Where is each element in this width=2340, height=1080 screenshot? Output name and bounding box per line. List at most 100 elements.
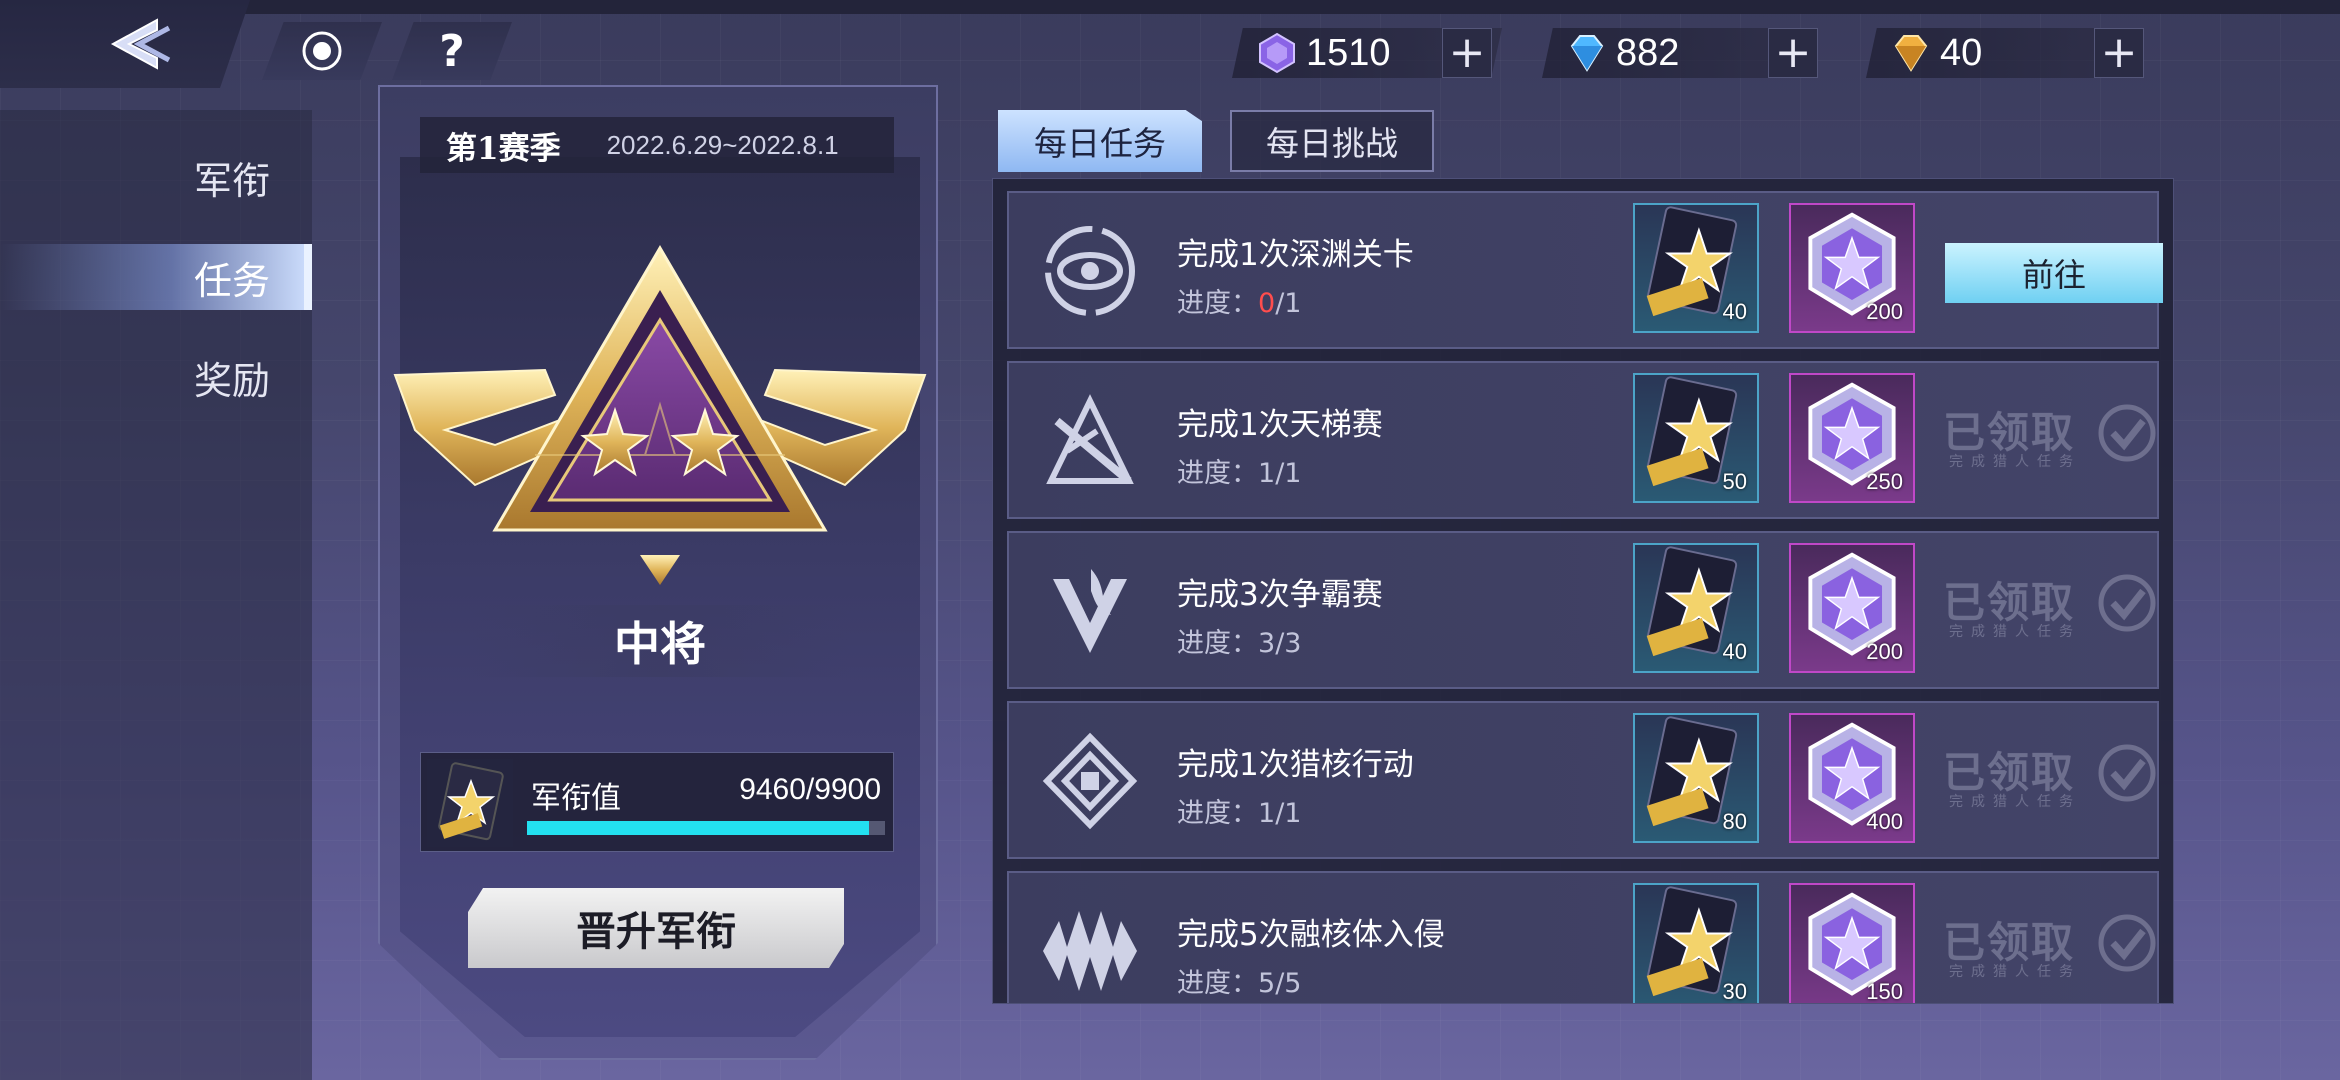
gold-diamond-add-button[interactable]: + xyxy=(2094,28,2144,78)
blue-diamond-icon xyxy=(1570,35,1604,72)
check-circle-icon xyxy=(2098,744,2156,802)
reward-rank-card-icon[interactable]: 80 xyxy=(1633,713,1759,843)
reward-purple-crystal-icon[interactable]: 200 xyxy=(1789,543,1915,673)
task-row: 完成1次猎核行动 进度：1/1 80 400 已领取 完成猎人任务 xyxy=(1007,701,2159,859)
blue-diamond-value: 882 xyxy=(1616,31,1680,74)
claimed-stamp: 已领取 完成猎人任务 xyxy=(1943,399,2157,485)
reward-card-count: 40 xyxy=(1722,639,1747,664)
task-progress-total: /1 xyxy=(1275,458,1302,489)
reward-purple-crystal-icon[interactable]: 150 xyxy=(1789,883,1915,1004)
check-circle-icon xyxy=(2098,404,2156,462)
reward-card-count: 30 xyxy=(1722,979,1747,1004)
reward-gem-count: 200 xyxy=(1866,639,1903,664)
purple-crystal-add-button[interactable]: + xyxy=(1442,28,1492,78)
purple-crystal-icon xyxy=(1259,32,1295,74)
task-progress-current: 5 xyxy=(1258,968,1276,999)
sidebar-item-tasks[interactable]: 任务 xyxy=(0,244,312,310)
top-strip xyxy=(0,0,2340,14)
task-name: 完成3次争霸赛 xyxy=(1177,577,1383,613)
record-button[interactable] xyxy=(262,22,382,80)
reward-gem-count: 150 xyxy=(1866,979,1903,1004)
task-progress-current: 1 xyxy=(1258,798,1276,829)
season-date-range: 2022.6.29~2022.8.1 xyxy=(606,129,839,160)
invasion-spikes-icon xyxy=(1037,901,1143,1001)
rank-points-progress-bar xyxy=(527,821,885,835)
task-name: 完成5次融核体入侵 xyxy=(1177,917,1445,953)
task-name: 完成1次天梯赛 xyxy=(1177,407,1383,443)
reward-card-count: 50 xyxy=(1722,469,1747,494)
task-name: 完成1次深渊关卡 xyxy=(1177,237,1414,273)
claimed-sublabel: 完成猎人任务 xyxy=(1949,454,2081,470)
sidebar-item-label: 军衔 xyxy=(193,158,270,203)
rank-emblem-icon xyxy=(393,245,927,585)
rank-points-value: 9460/9900 xyxy=(739,773,881,806)
sidebar-item-rewards[interactable]: 奖励 xyxy=(0,344,312,410)
task-progress: 进度：1/1 xyxy=(1177,791,1301,830)
reward-rank-card-icon[interactable]: 30 xyxy=(1633,883,1759,1004)
task-row: 完成5次融核体入侵 进度：5/5 30 150 已领取 完成猎人任务 xyxy=(1007,871,2159,1004)
reward-rank-card-icon[interactable]: 40 xyxy=(1633,203,1759,333)
claimed-sublabel: 完成猎人任务 xyxy=(1949,794,2081,810)
rank-points-progress-fill xyxy=(527,821,870,835)
flame-v-icon xyxy=(1037,561,1143,661)
claimed-stamp: 已领取 完成猎人任务 xyxy=(1943,909,2157,995)
task-progress-total: /5 xyxy=(1275,968,1302,999)
season-bar: 第1赛季 2022.6.29~2022.8.1 xyxy=(420,117,894,173)
reward-purple-crystal-icon[interactable]: 400 xyxy=(1789,713,1915,843)
task-row: 完成3次争霸赛 进度：3/3 40 200 已领取 完成猎人任务 xyxy=(1007,531,2159,689)
task-progress: 进度：3/3 xyxy=(1177,621,1301,660)
task-progress: 进度：1/1 xyxy=(1177,451,1301,490)
back-button[interactable] xyxy=(0,0,250,88)
rank-points-label: 军衔值 xyxy=(531,781,621,816)
reward-card-count: 40 xyxy=(1722,299,1747,324)
season-name: 第1赛季 xyxy=(446,130,561,167)
task-progress-current: 0 xyxy=(1258,288,1276,319)
tab-daily-tasks[interactable]: 每日任务 xyxy=(998,110,1202,172)
task-progress-label: 进度： xyxy=(1177,288,1258,319)
reward-purple-crystal-icon[interactable]: 200 xyxy=(1789,203,1915,333)
tab-daily-challenges[interactable]: 每日挑战 xyxy=(1230,110,1434,172)
rank-card-icon xyxy=(427,759,513,847)
blue-diamond-add-button[interactable]: + xyxy=(1768,28,1818,78)
task-progress-label: 进度： xyxy=(1177,798,1258,829)
record-icon xyxy=(302,31,342,71)
task-row: 完成1次天梯赛 进度：1/1 50 250 已领取 完成猎人任务 xyxy=(1007,361,2159,519)
claimed-sublabel: 完成猎人任务 xyxy=(1949,624,2081,640)
sidebar-item-label: 奖励 xyxy=(193,358,270,403)
task-progress-label: 进度： xyxy=(1177,968,1258,999)
task-progress: 进度：5/5 xyxy=(1177,961,1301,1000)
sidebar: 军衔 任务 奖励 xyxy=(0,110,312,1080)
claimed-sublabel: 完成猎人任务 xyxy=(1949,964,2081,980)
back-chevron-icon xyxy=(110,18,171,70)
promote-rank-button[interactable]: 晋升军衔 xyxy=(468,888,844,968)
claimed-stamp: 已领取 完成猎人任务 xyxy=(1943,739,2157,825)
task-progress-total: /1 xyxy=(1275,288,1302,319)
reward-gem-count: 200 xyxy=(1866,299,1903,324)
task-progress-total: /1 xyxy=(1275,798,1302,829)
claimed-stamp: 已领取 完成猎人任务 xyxy=(1943,569,2157,655)
reward-purple-crystal-icon[interactable]: 250 xyxy=(1789,373,1915,503)
check-circle-icon xyxy=(2098,914,2156,972)
reward-rank-card-icon[interactable]: 40 xyxy=(1633,543,1759,673)
go-button[interactable]: 前往 xyxy=(1945,243,2163,303)
reward-rank-card-icon[interactable]: 50 xyxy=(1633,373,1759,503)
gold-diamond-value: 40 xyxy=(1940,31,1983,74)
task-progress-label: 进度： xyxy=(1177,628,1258,659)
rank-points-box: 军衔值 9460/9900 xyxy=(420,752,894,852)
purple-crystal-value: 1510 xyxy=(1306,31,1391,74)
top-bar: ? 1510 + 882 + 40 + xyxy=(0,0,2340,95)
core-hunt-icon xyxy=(1037,731,1143,831)
task-progress-current: 1 xyxy=(1258,458,1276,489)
task-progress-current: 3 xyxy=(1258,628,1276,659)
task-name: 完成1次猎核行动 xyxy=(1177,747,1414,783)
help-button[interactable]: ? xyxy=(392,22,512,80)
task-progress-label: 进度： xyxy=(1177,458,1258,489)
sidebar-item-label: 任务 xyxy=(193,258,270,303)
rank-title-bar: 中将 xyxy=(470,605,850,677)
reward-gem-count: 400 xyxy=(1866,809,1903,834)
gold-diamond-icon xyxy=(1894,35,1928,72)
sidebar-item-rank[interactable]: 军衔 xyxy=(0,144,312,210)
help-icon: ? xyxy=(439,25,465,77)
task-list[interactable]: 完成1次深渊关卡 进度：0/1 40 200 前往 完成1次天梯赛 进度：1/1 50 250 已… xyxy=(992,178,2174,1004)
reward-card-count: 80 xyxy=(1722,809,1747,834)
